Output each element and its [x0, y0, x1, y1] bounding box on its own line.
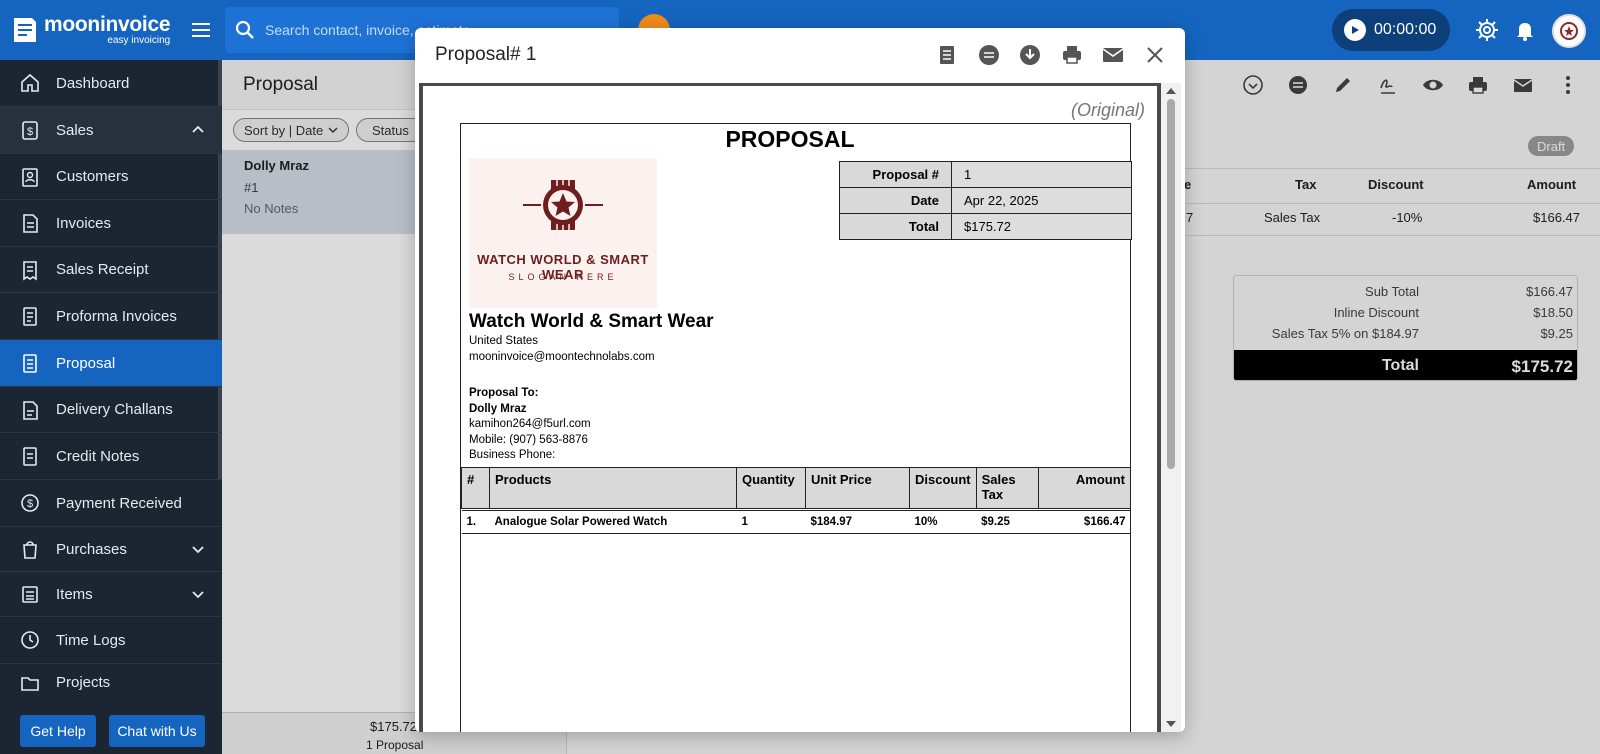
svg-text:$: $	[27, 126, 33, 138]
scroll-down-arrow-icon[interactable]	[1161, 718, 1181, 730]
business-country: United States	[469, 335, 539, 347]
table-row: 1. Analogue Solar Powered Watch 1 $184.9…	[461, 510, 1131, 534]
sidebar-item-purchases[interactable]: Purchases	[0, 527, 222, 572]
document-view-icon[interactable]	[935, 43, 959, 67]
client-email: kamihon264@f5url.com	[469, 418, 591, 430]
document-heading: PROPOSAL	[725, 126, 855, 152]
client-business-phone: Business Phone:	[469, 449, 556, 461]
print-icon[interactable]	[1060, 43, 1084, 67]
sidebar-item-projects[interactable]: Projects	[0, 664, 222, 702]
items-icon	[22, 586, 38, 603]
proposal-icon	[23, 354, 37, 373]
app-logo[interactable]: mooninvoice easy invoicing	[12, 12, 171, 48]
purchases-icon	[23, 541, 37, 559]
info-row: Proposal # 1	[839, 161, 1132, 188]
scrollbar-thumb[interactable]	[1167, 99, 1175, 469]
pdf-viewer[interactable]: (Original) PROPOSAL WATCH WORLD & SMART …	[419, 83, 1181, 732]
search-icon	[235, 20, 254, 39]
sidebar-item-proforma-invoices[interactable]: Proforma Invoices	[0, 293, 222, 340]
chat-with-us-button[interactable]: Chat with Us	[109, 715, 205, 747]
logo-icon	[14, 18, 36, 42]
receipt-icon	[23, 260, 37, 280]
sidebar-item-items[interactable]: Items	[0, 572, 222, 617]
sidebar-item-dashboard[interactable]: Dashboard	[0, 60, 222, 107]
brand-name: mooninvoice	[44, 13, 171, 36]
sidebar-item-credit-notes[interactable]: Credit Notes	[0, 433, 222, 480]
notification-bell-icon[interactable]	[1513, 18, 1537, 42]
sidebar-item-proposal[interactable]: Proposal	[0, 340, 222, 387]
hamburger-menu-icon[interactable]	[190, 19, 212, 41]
proforma-icon	[23, 307, 37, 326]
business-email: mooninvoice@moontechnolabs.com	[469, 351, 655, 363]
email-icon[interactable]	[1101, 43, 1125, 67]
sidebar-item-sales[interactable]: $ Sales	[0, 107, 222, 154]
chevron-down-icon[interactable]	[191, 587, 205, 601]
download-icon[interactable]	[1018, 43, 1042, 67]
timer-value: 00:00:00	[1374, 21, 1437, 38]
sidebar-item-sales-receipt[interactable]: Sales Receipt	[0, 247, 222, 293]
modal-title: Proposal# 1	[435, 44, 537, 65]
clock-icon	[21, 631, 39, 649]
business-name: Watch World & Smart Wear	[469, 311, 714, 332]
sidebar-item-delivery-challans[interactable]: Delivery Challans	[0, 387, 222, 433]
close-icon[interactable]	[1143, 43, 1167, 67]
contacts-icon	[22, 167, 38, 187]
proposal-info-table: Proposal # 1 Date Apr 22, 2025 Total $17…	[839, 161, 1132, 240]
delivery-icon	[23, 400, 38, 420]
sidebar-item-time-logs[interactable]: Time Logs	[0, 617, 222, 664]
payment-icon: $	[21, 494, 39, 512]
sidebar-item-invoices[interactable]: Invoices	[0, 200, 222, 247]
watch-star-logo-icon	[523, 180, 603, 230]
info-row: Date Apr 22, 2025	[839, 187, 1132, 214]
products-table: # Products Quantity Unit Price Discount …	[461, 467, 1132, 534]
pdf-scrollbar[interactable]	[1161, 83, 1181, 732]
client-name: Dolly Mraz	[469, 403, 527, 415]
copy-label: (Original)	[1070, 100, 1145, 120]
logo-line-2: SLOGAN HERE	[508, 272, 618, 282]
settings-gear-icon[interactable]	[1475, 18, 1499, 42]
credit-note-icon	[23, 447, 37, 466]
dollar-doc-icon: $	[22, 121, 38, 140]
sidebar-item-payment-received[interactable]: $ Payment Received	[0, 480, 222, 527]
user-avatar[interactable]	[1552, 14, 1586, 48]
table-header-row: # Products Quantity Unit Price Discount …	[461, 467, 1132, 509]
payment-status-icon[interactable]	[977, 43, 1001, 67]
business-logo: WATCH WORLD & SMART WEAR SLOGAN HERE	[469, 158, 657, 308]
scroll-up-arrow-icon[interactable]	[1161, 85, 1181, 97]
info-row: Total $175.72	[839, 213, 1132, 240]
get-help-button[interactable]: Get Help	[20, 715, 96, 747]
play-icon[interactable]	[1344, 19, 1366, 41]
proposal-preview-modal: Proposal# 1 (Original) PROPOSAL WATCH WO…	[415, 28, 1185, 732]
pdf-page: (Original) PROPOSAL WATCH WORLD & SMART …	[423, 86, 1157, 732]
chevron-up-icon[interactable]	[191, 123, 205, 137]
folder-icon	[21, 676, 39, 691]
brand-tagline: easy invoicing	[107, 35, 171, 46]
sidebar-item-customers[interactable]: Customers	[0, 154, 222, 200]
svg-text:$: $	[27, 498, 33, 510]
proposal-to-label: Proposal To:	[469, 387, 539, 399]
time-tracker[interactable]: 00:00:00	[1332, 9, 1450, 51]
chevron-down-icon[interactable]	[191, 542, 205, 556]
invoice-icon	[23, 214, 38, 233]
avatar-logo-icon	[1560, 22, 1578, 40]
home-icon	[21, 73, 39, 92]
client-mobile: Mobile: (907) 563-8876	[469, 434, 588, 446]
